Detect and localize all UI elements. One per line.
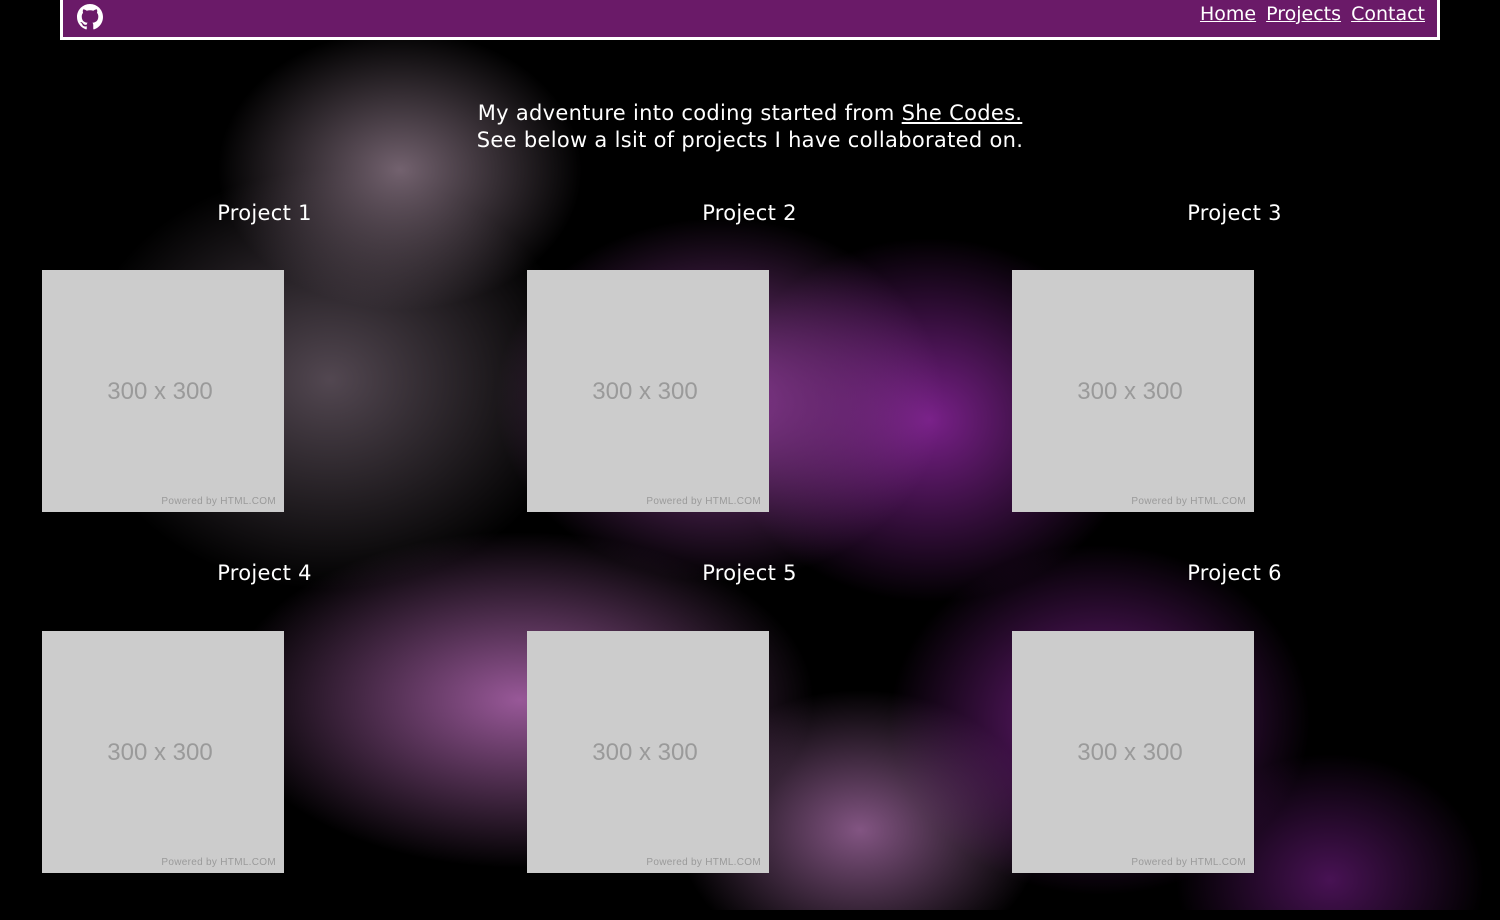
image-dimensions: 300 x 300	[1077, 378, 1183, 405]
project-image-1[interactable]: 300 x 300 Powered by HTML.COM	[42, 270, 284, 512]
project-title-5: Project 5	[702, 561, 797, 585]
image-dimensions: 300 x 300	[1077, 739, 1183, 766]
powered-by-text: Powered by HTML.COM	[1131, 857, 1246, 868]
nav-links: Home Projects Contact	[1196, 3, 1425, 25]
image-dimensions: 300 x 300	[592, 739, 698, 766]
intro-line-1: My adventure into coding started from Sh…	[0, 100, 1500, 127]
nav-link-home[interactable]: Home	[1200, 3, 1256, 25]
project-image-4[interactable]: 300 x 300 Powered by HTML.COM	[42, 631, 284, 873]
navbar: Home Projects Contact	[60, 0, 1440, 40]
intro-line-2: See below a lsit of projects I have coll…	[476, 128, 1024, 152]
project-image-2[interactable]: 300 x 300 Powered by HTML.COM	[527, 270, 769, 512]
project-title-2: Project 2	[702, 201, 797, 225]
powered-by-text: Powered by HTML.COM	[161, 857, 276, 868]
github-icon[interactable]	[77, 4, 103, 30]
powered-by-text: Powered by HTML.COM	[646, 496, 761, 507]
project-title-4: Project 4	[217, 561, 312, 585]
project-title-6: Project 6	[1187, 561, 1282, 585]
project-image-6[interactable]: 300 x 300 Powered by HTML.COM	[1012, 631, 1254, 873]
image-dimensions: 300 x 300	[107, 378, 213, 405]
project-title-3: Project 3	[1187, 201, 1282, 225]
nav-link-contact[interactable]: Contact	[1351, 3, 1425, 25]
project-title-1: Project 1	[217, 201, 312, 225]
project-image-5[interactable]: 300 x 300 Powered by HTML.COM	[527, 631, 769, 873]
powered-by-text: Powered by HTML.COM	[161, 496, 276, 507]
powered-by-text: Powered by HTML.COM	[646, 857, 761, 868]
she-codes-link[interactable]: She Codes.	[902, 101, 1023, 125]
intro-line-1-prefix: My adventure into coding started from	[477, 101, 895, 125]
image-dimensions: 300 x 300	[107, 739, 213, 766]
powered-by-text: Powered by HTML.COM	[1131, 496, 1246, 507]
intro-text: My adventure into coding started from Sh…	[0, 100, 1500, 154]
bottom-strip	[0, 910, 1500, 920]
image-dimensions: 300 x 300	[592, 378, 698, 405]
project-image-3[interactable]: 300 x 300 Powered by HTML.COM	[1012, 270, 1254, 512]
nav-link-projects[interactable]: Projects	[1266, 3, 1341, 25]
